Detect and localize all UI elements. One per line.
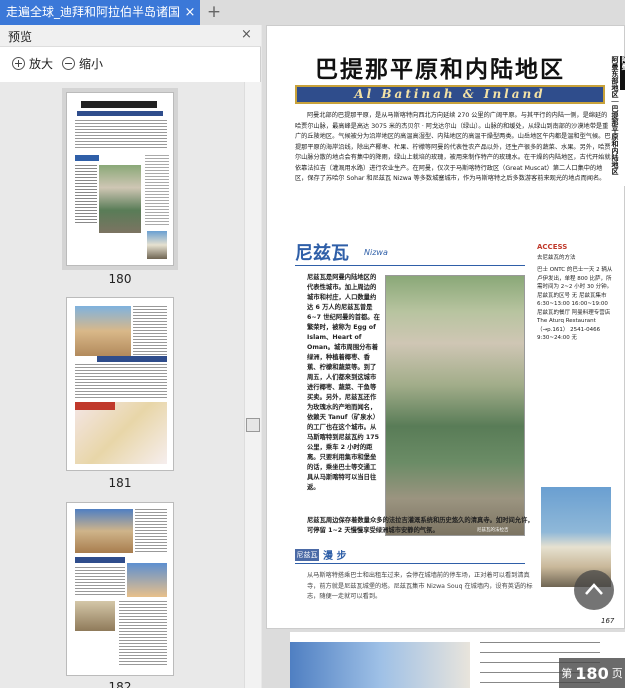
scroll-to-top-button[interactable] (574, 570, 614, 610)
close-tab-icon[interactable]: × (182, 0, 198, 25)
chevron-up-icon (585, 583, 603, 595)
zoom-in-button[interactable]: 放大 (12, 54, 53, 72)
walk-tag: 尼兹瓦 (295, 549, 319, 561)
page-indicator-number: 180 (575, 663, 609, 683)
section-divider (295, 265, 525, 266)
chapter-tab-sub: 阿曼东部地区｜巴提那平原和内陆地区 (611, 56, 619, 175)
walk-title: 漫 步 (323, 551, 347, 562)
thumbnail-page-180[interactable] (62, 88, 178, 270)
sidebar-title: 预览 (8, 30, 33, 44)
thumbnail-page-182[interactable] (66, 502, 174, 676)
walk-divider (295, 563, 525, 564)
section-subtitle: Nizwa (364, 248, 388, 257)
document-viewer[interactable]: 巴提那平原和内陆地区 Al Batinah & Inland 阿曼北部的巴提那平… (262, 25, 625, 688)
bottom-text: 尼兹瓦周边保存着数量众多的法拉吉灌溉系统和历史悠久的清真寺。如时间允许，可停留 … (307, 517, 534, 534)
page-indicator-prefix: 第 (561, 667, 573, 680)
zoom-in-icon (12, 56, 25, 70)
zoom-in-label: 放大 (29, 56, 54, 71)
intro-text: 阿曼北部的巴提那平原，是从马斯喀特向西北方向延续 270 公里的广阔平原。与其平… (295, 112, 611, 182)
body-text: 尼兹瓦是阿曼内陆地区的代表性城市。加上周边的城市和村庄，人口数量约达 6 万人的… (307, 274, 380, 491)
document-tab[interactable]: 走遍全球_迪拜和阿拉伯半岛诸国 (0, 0, 200, 25)
page-indicator-suffix: 页 (611, 667, 623, 680)
sidebar-scrollbar[interactable] (244, 82, 261, 688)
zoom-out-icon (62, 56, 75, 70)
thumbnail-page-181[interactable] (66, 297, 174, 471)
scrollbar-thumb[interactable] (246, 418, 260, 432)
sidebar-close-icon[interactable]: × (241, 27, 252, 42)
thumbnail-label-182: 182 (108, 680, 132, 688)
printed-page-number: 167 (601, 617, 615, 625)
sidebar-header: 预览 × (0, 25, 261, 47)
thumbnail-label-180: 180 (108, 272, 132, 286)
thumbnail-list: 180 181 182 (0, 82, 244, 688)
zoom-out-label: 缩小 (79, 56, 104, 71)
page-subtitle-banner: Al Batinah & Inland (295, 85, 605, 104)
access-subtitle: 去尼兹瓦的方法 (537, 255, 576, 261)
preview-sidebar: 预览 × 放大 缩小 180 181 182 (0, 25, 261, 688)
sidebar-info-text: 巴士 ONTC 的巴士一天 2 辆从卢伊发出，单程 800 比萨，所需时间为 2… (537, 267, 613, 341)
zoom-out-button[interactable]: 缩小 (62, 54, 103, 72)
page-indicator: 第 180 页 (559, 658, 625, 688)
oasis-canal-photo (385, 275, 525, 536)
walk-text: 从马斯喀特搭乘巴士和出租车过来，会停在城墙前的停车场，正对着可以看到清真寺，前方… (307, 572, 533, 600)
page-title: 巴提那平原和内陆地区 (315, 56, 565, 83)
document-tab-title: 走遍全球_迪拜和阿拉伯半岛诸国 (6, 5, 181, 19)
section-title: 尼兹瓦 (295, 243, 349, 264)
thumbnail-label-181: 181 (108, 476, 132, 490)
tab-bar: 走遍全球_迪拜和阿拉伯半岛诸国 × + (0, 0, 625, 25)
document-page: 巴提那平原和内陆地区 Al Batinah & Inland 阿曼北部的巴提那平… (266, 25, 625, 629)
new-tab-button[interactable]: + (205, 0, 223, 25)
access-label: ACCESS (537, 243, 568, 251)
chapter-tab-label: 阿曼 (620, 56, 625, 90)
chapter-tab: 阿曼 阿曼东部地区｜巴提那平原和内陆地区 (611, 56, 625, 186)
